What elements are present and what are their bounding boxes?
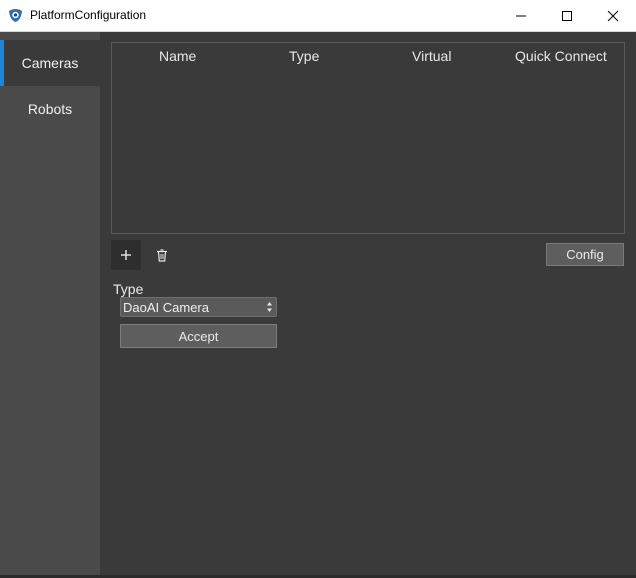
add-camera-button[interactable]: [111, 240, 141, 270]
minimize-icon: [516, 15, 526, 16]
trash-icon: [157, 248, 167, 262]
minimize-button[interactable]: [498, 0, 544, 31]
app-icon: [8, 8, 23, 23]
type-label: Type: [113, 281, 144, 297]
column-header-quick-connect[interactable]: Quick Connect: [515, 48, 607, 64]
close-icon: [607, 10, 619, 21]
config-button[interactable]: Config: [546, 243, 624, 266]
sidebar-item-label: Robots: [27, 101, 73, 117]
sidebar: Cameras Robots: [0, 32, 100, 575]
sidebar-item-robots[interactable]: Robots: [0, 86, 100, 132]
camera-type-select[interactable]: DaoAI Camera: [120, 297, 277, 317]
camera-table[interactable]: Name Type Virtual Quick Connect: [111, 42, 625, 234]
camera-type-value: DaoAI Camera: [123, 300, 209, 315]
updown-arrows-icon: [267, 302, 272, 312]
window-title: PlatformConfiguration: [30, 8, 147, 22]
column-header-virtual[interactable]: Virtual: [412, 48, 451, 64]
maximize-button[interactable]: [544, 0, 590, 31]
delete-camera-button[interactable]: [150, 243, 174, 267]
sidebar-item-cameras[interactable]: Cameras: [0, 40, 100, 86]
close-button[interactable]: [590, 0, 636, 31]
sidebar-item-label: Cameras: [21, 55, 79, 71]
plus-icon: [121, 250, 131, 260]
column-header-type[interactable]: Type: [289, 48, 319, 64]
maximize-icon: [562, 10, 572, 21]
column-header-name[interactable]: Name: [159, 48, 196, 64]
accept-button[interactable]: Accept: [120, 324, 277, 348]
title-bar: PlatformConfiguration: [0, 0, 636, 32]
